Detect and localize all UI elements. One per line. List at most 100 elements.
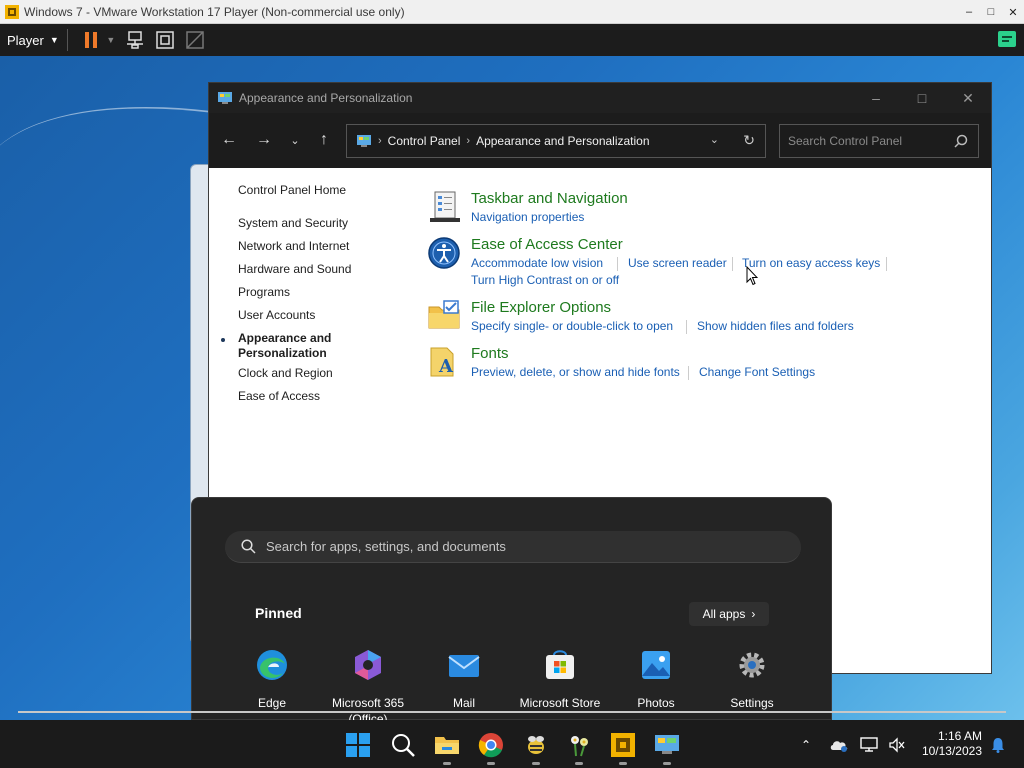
pinned-app-photos[interactable]: Photos <box>608 648 704 711</box>
all-apps-button[interactable]: All apps › <box>689 602 769 626</box>
navigation-properties-link[interactable]: Navigation properties <box>471 210 584 224</box>
start-search-placeholder: Search for apps, settings, and documents <box>266 539 506 554</box>
vmware-toolbar: Player ▼ ▼ <box>0 24 1024 56</box>
microsoft-store-icon <box>546 650 574 679</box>
taskbar-app-bee[interactable] <box>523 732 549 765</box>
link-divider <box>732 257 733 271</box>
single-double-click-link[interactable]: Specify single- or double-click to open <box>471 319 673 333</box>
chevron-down-icon: ⌄ <box>290 134 300 147</box>
back-button[interactable]: ← <box>216 127 242 153</box>
breadcrumb-control-panel[interactable]: Control Panel <box>388 134 461 148</box>
taskbar-file-explorer[interactable] <box>434 732 460 765</box>
control-panel-search-input[interactable]: Search Control Panel <box>779 124 979 158</box>
show-hidden-files-link[interactable]: Show hidden files and folders <box>697 319 854 333</box>
cp-maximize-button[interactable]: □ <box>899 83 945 113</box>
vm-horizontal-scrollbar[interactable] <box>18 711 1006 713</box>
forward-button[interactable]: → <box>251 127 277 153</box>
taskbar-app-flowers[interactable] <box>566 732 592 765</box>
address-dropdown-icon[interactable]: ⌄ <box>710 133 719 146</box>
use-screen-reader-link[interactable]: Use screen reader <box>628 256 727 270</box>
vm-minimize-button[interactable]: – <box>958 0 980 24</box>
tray-volume[interactable] <box>886 734 908 756</box>
monitor-icon <box>860 737 878 752</box>
recent-locations-button[interactable]: ⌄ <box>282 127 308 153</box>
nav-system-security[interactable]: System and Security <box>238 216 348 230</box>
tray-network[interactable] <box>858 734 880 756</box>
network-monitor-icon <box>126 31 143 49</box>
active-bullet <box>221 338 225 342</box>
pinned-app-mail[interactable]: Mail <box>416 648 512 711</box>
easy-access-keys-link[interactable]: Turn on easy access keys <box>742 256 880 270</box>
taskbar-search-button[interactable] <box>390 732 416 758</box>
control-panel-icon <box>357 135 371 147</box>
taskbar-start-button[interactable] <box>345 732 371 758</box>
tray-notifications[interactable] <box>987 734 1009 756</box>
preview-fonts-link[interactable]: Preview, delete, or show and hide fonts <box>471 365 680 379</box>
taskbar-vmware-player[interactable] <box>610 732 636 765</box>
pinned-app-store[interactable]: Microsoft Store <box>512 648 608 711</box>
nav-ease-of-access[interactable]: Ease of Access <box>238 389 320 403</box>
nav-programs[interactable]: Programs <box>238 285 290 299</box>
player-menu-label: Player <box>7 32 44 48</box>
high-contrast-link[interactable]: Turn High Contrast on or off <box>471 273 619 287</box>
change-font-settings-link[interactable]: Change Font Settings <box>699 365 815 379</box>
chevron-down-icon: ▼ <box>49 35 59 45</box>
tray-onedrive[interactable] <box>828 734 850 756</box>
refresh-icon[interactable]: ↻ <box>743 132 755 149</box>
nav-network-internet[interactable]: Network and Internet <box>238 239 349 253</box>
m365-label-line1: Microsoft 365 <box>331 696 405 710</box>
address-bar[interactable]: › Control Panel › Appearance and Persona… <box>346 124 766 158</box>
nav-hardware-sound[interactable]: Hardware and Sound <box>238 262 351 276</box>
nav-user-accounts[interactable]: User Accounts <box>238 308 315 322</box>
taskbar-control-panel[interactable] <box>654 732 680 765</box>
show-hidden-icons-button[interactable]: ⌃ <box>795 734 817 756</box>
link-divider <box>686 320 687 334</box>
vmware-window-title: Windows 7 - VMware Workstation 17 Player… <box>24 4 405 19</box>
search-icon[interactable] <box>954 134 968 148</box>
taskbar-clock[interactable]: 1:16 AM 10/13/2023 <box>912 729 982 759</box>
folder-options-icon <box>428 300 460 329</box>
running-indicator <box>443 762 451 765</box>
vm-maximize-button[interactable]: □ <box>980 0 1002 24</box>
unity-button[interactable] <box>185 30 205 50</box>
nav-clock-region[interactable]: Clock and Region <box>238 366 333 380</box>
file-explorer-title[interactable]: File Explorer Options <box>471 299 611 316</box>
taskbar-title[interactable]: Taskbar and Navigation <box>471 190 628 207</box>
arrow-up-icon: ↑ <box>320 131 328 148</box>
folder-icon <box>435 737 459 754</box>
cp-minimize-button[interactable]: – <box>853 83 899 113</box>
pause-icon <box>84 32 97 48</box>
arrow-right-icon: → <box>256 131 272 148</box>
clock-time: 1:16 AM <box>937 729 982 743</box>
fonts-icon: A <box>430 347 454 377</box>
chrome-icon <box>478 733 503 758</box>
breadcrumb-appearance[interactable]: Appearance and Personalization <box>476 134 649 148</box>
up-button[interactable]: ↑ <box>311 127 337 153</box>
pinned-app-m365[interactable]: Microsoft 365 (Office) <box>320 648 416 727</box>
accommodate-low-vision-link[interactable]: Accommodate low vision <box>471 256 603 270</box>
pinned-app-settings[interactable]: Settings <box>704 648 800 711</box>
cp-close-button[interactable]: ✕ <box>945 83 991 113</box>
fonts-title[interactable]: Fonts <box>471 345 509 362</box>
link-divider <box>886 257 887 271</box>
edge-label: Edge <box>257 696 287 710</box>
send-ctrl-alt-del-button[interactable] <box>125 30 145 50</box>
pinned-app-edge[interactable]: Edge <box>224 648 320 711</box>
ease-of-access-title[interactable]: Ease of Access Center <box>471 236 623 253</box>
nav-appearance-line2: Personalization <box>238 346 327 360</box>
pause-button[interactable] <box>81 30 101 50</box>
fullscreen-button[interactable] <box>155 30 175 50</box>
start-search-input[interactable]: Search for apps, settings, and documents <box>225 531 801 563</box>
taskbar-chrome[interactable] <box>478 732 504 765</box>
power-dropdown-button[interactable]: ▼ <box>106 30 116 50</box>
photos-label: Photos <box>637 696 675 710</box>
player-menu-button[interactable]: Player ▼ <box>7 33 59 48</box>
message-icon[interactable] <box>996 29 1018 51</box>
mouse-cursor-icon <box>746 266 758 286</box>
running-indicator <box>619 762 627 765</box>
nav-control-panel-home[interactable]: Control Panel Home <box>238 183 346 197</box>
vm-close-button[interactable]: ✕ <box>1002 0 1024 24</box>
ease-of-access-icon <box>428 237 460 269</box>
chevron-down-icon: ▼ <box>106 35 116 45</box>
photos-icon <box>642 651 670 679</box>
